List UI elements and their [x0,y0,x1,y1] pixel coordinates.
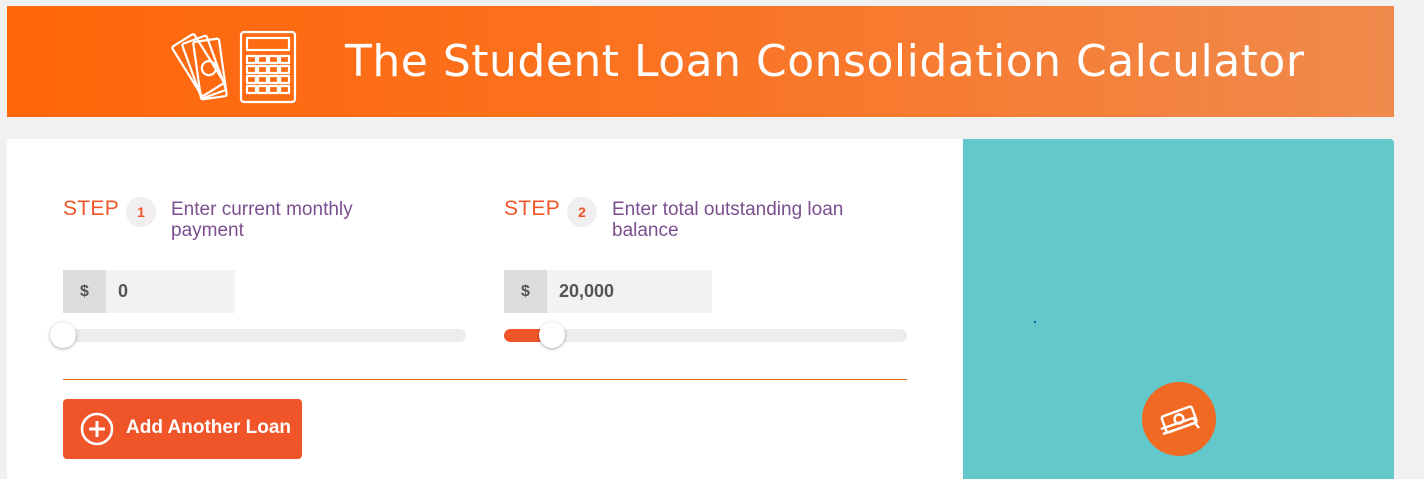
add-another-loan-button[interactable]: Add Another Loan [63,399,302,459]
loading-dot [1034,321,1036,323]
monthly-payment-slider-track[interactable] [63,329,466,342]
loan-balance-input[interactable] [547,270,712,313]
money-calculator-icon [171,30,297,104]
step-2-label: STEP [504,197,561,220]
money-badge [1142,382,1216,456]
section-divider [63,379,907,380]
step-1-label: STEP [63,197,120,220]
calculator-card: STEP 1 Enter current monthly payment $ S… [7,139,963,479]
monthly-payment-currency: $ [63,270,106,313]
add-another-loan-label: Add Another Loan [126,417,291,438]
page-header: The Student Loan Consolidation Calculato… [7,6,1394,117]
step-1-number: 1 [126,197,156,227]
step-2-description: Enter total outstanding loan balance [612,199,844,241]
step-2-number: 2 [567,197,597,227]
results-panel [963,139,1394,479]
page-title: The Student Loan Consolidation Calculato… [345,36,1305,87]
step-1-description: Enter current monthly payment [171,199,353,241]
loan-balance-slider[interactable] [504,322,907,348]
plus-circle-icon [80,412,114,446]
loan-balance-slider-handle[interactable] [539,322,566,348]
money-icon [1160,405,1200,436]
monthly-payment-input[interactable] [106,270,235,313]
monthly-payment-slider[interactable] [50,322,466,348]
loan-balance-currency: $ [504,270,547,313]
monthly-payment-slider-handle[interactable] [50,322,76,348]
